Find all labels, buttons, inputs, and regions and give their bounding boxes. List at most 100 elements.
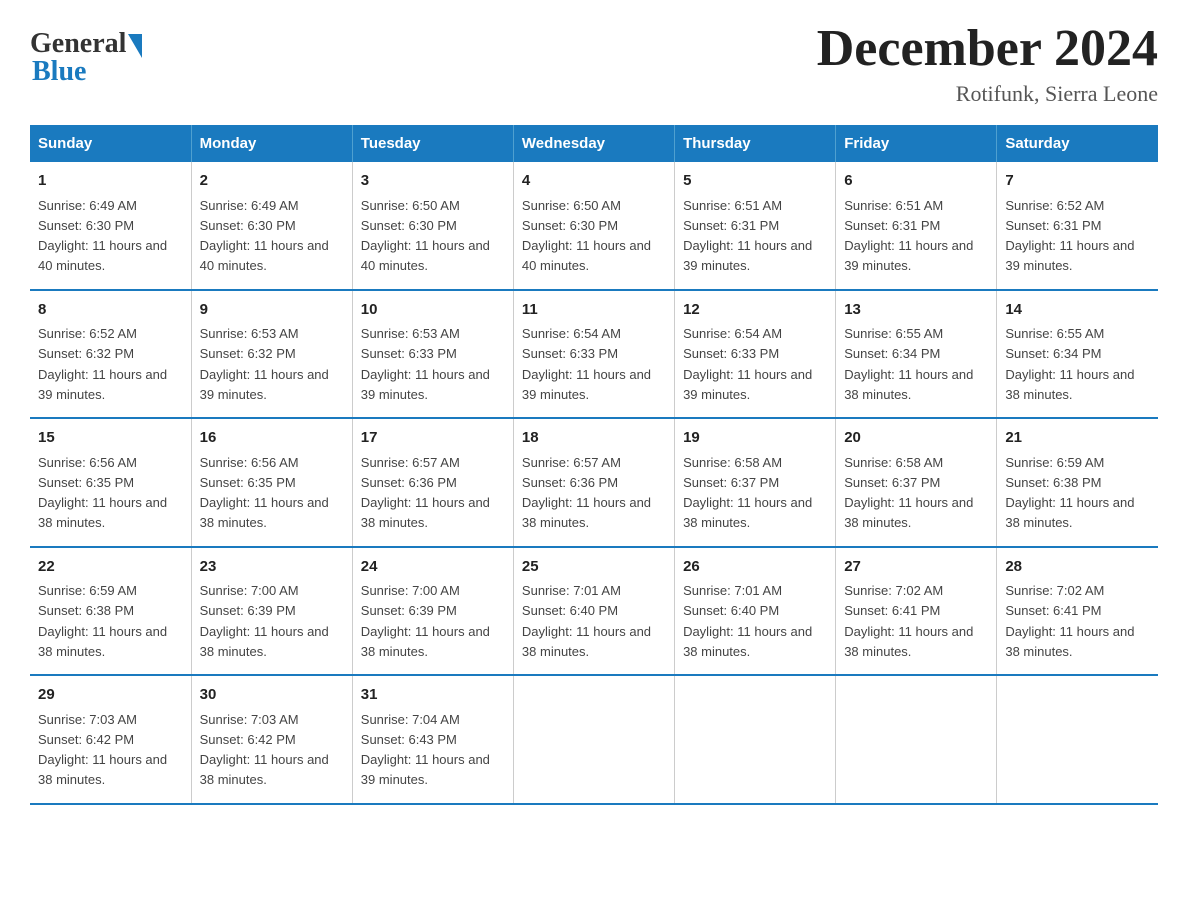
day-info: Sunrise: 6:51 AMSunset: 6:31 PMDaylight:… — [844, 198, 973, 274]
calendar-cell: 1 Sunrise: 6:49 AMSunset: 6:30 PMDayligh… — [30, 162, 191, 290]
day-info: Sunrise: 6:53 AMSunset: 6:32 PMDaylight:… — [200, 326, 329, 402]
day-info: Sunrise: 7:01 AMSunset: 6:40 PMDaylight:… — [522, 583, 651, 659]
day-info: Sunrise: 6:52 AMSunset: 6:32 PMDaylight:… — [38, 326, 167, 402]
day-info: Sunrise: 6:59 AMSunset: 6:38 PMDaylight:… — [38, 583, 167, 659]
day-info: Sunrise: 7:02 AMSunset: 6:41 PMDaylight:… — [1005, 583, 1134, 659]
day-number: 24 — [361, 556, 505, 579]
weekday-header-row: SundayMondayTuesdayWednesdayThursdayFrid… — [30, 125, 1158, 162]
weekday-header-thursday: Thursday — [675, 125, 836, 162]
weekday-header-tuesday: Tuesday — [352, 125, 513, 162]
day-info: Sunrise: 6:58 AMSunset: 6:37 PMDaylight:… — [683, 455, 812, 531]
calendar-cell: 23 Sunrise: 7:00 AMSunset: 6:39 PMDaylig… — [191, 547, 352, 676]
calendar-cell: 30 Sunrise: 7:03 AMSunset: 6:42 PMDaylig… — [191, 675, 352, 804]
calendar-week-row-2: 8 Sunrise: 6:52 AMSunset: 6:32 PMDayligh… — [30, 290, 1158, 419]
day-number: 15 — [38, 427, 183, 450]
calendar-cell: 8 Sunrise: 6:52 AMSunset: 6:32 PMDayligh… — [30, 290, 191, 419]
day-number: 8 — [38, 299, 183, 322]
calendar-cell: 18 Sunrise: 6:57 AMSunset: 6:36 PMDaylig… — [513, 418, 674, 547]
day-number: 11 — [522, 299, 666, 322]
day-info: Sunrise: 6:59 AMSunset: 6:38 PMDaylight:… — [1005, 455, 1134, 531]
calendar-cell: 3 Sunrise: 6:50 AMSunset: 6:30 PMDayligh… — [352, 162, 513, 290]
weekday-header-friday: Friday — [836, 125, 997, 162]
day-info: Sunrise: 6:55 AMSunset: 6:34 PMDaylight:… — [1005, 326, 1134, 402]
day-info: Sunrise: 7:01 AMSunset: 6:40 PMDaylight:… — [683, 583, 812, 659]
calendar-cell: 2 Sunrise: 6:49 AMSunset: 6:30 PMDayligh… — [191, 162, 352, 290]
day-number: 22 — [38, 556, 183, 579]
calendar-cell: 13 Sunrise: 6:55 AMSunset: 6:34 PMDaylig… — [836, 290, 997, 419]
calendar-cell: 17 Sunrise: 6:57 AMSunset: 6:36 PMDaylig… — [352, 418, 513, 547]
calendar-cell: 19 Sunrise: 6:58 AMSunset: 6:37 PMDaylig… — [675, 418, 836, 547]
location: Rotifunk, Sierra Leone — [817, 81, 1158, 107]
calendar-week-row-1: 1 Sunrise: 6:49 AMSunset: 6:30 PMDayligh… — [30, 162, 1158, 290]
calendar-cell: 6 Sunrise: 6:51 AMSunset: 6:31 PMDayligh… — [836, 162, 997, 290]
calendar-cell: 15 Sunrise: 6:56 AMSunset: 6:35 PMDaylig… — [30, 418, 191, 547]
day-info: Sunrise: 6:50 AMSunset: 6:30 PMDaylight:… — [361, 198, 490, 274]
day-info: Sunrise: 6:54 AMSunset: 6:33 PMDaylight:… — [683, 326, 812, 402]
title-section: December 2024 Rotifunk, Sierra Leone — [817, 20, 1158, 107]
calendar-week-row-5: 29 Sunrise: 7:03 AMSunset: 6:42 PMDaylig… — [30, 675, 1158, 804]
calendar-cell: 21 Sunrise: 6:59 AMSunset: 6:38 PMDaylig… — [997, 418, 1158, 547]
day-info: Sunrise: 6:58 AMSunset: 6:37 PMDaylight:… — [844, 455, 973, 531]
weekday-header-saturday: Saturday — [997, 125, 1158, 162]
calendar-cell — [675, 675, 836, 804]
day-number: 12 — [683, 299, 827, 322]
calendar-cell: 22 Sunrise: 6:59 AMSunset: 6:38 PMDaylig… — [30, 547, 191, 676]
day-info: Sunrise: 6:57 AMSunset: 6:36 PMDaylight:… — [361, 455, 490, 531]
calendar-cell: 28 Sunrise: 7:02 AMSunset: 6:41 PMDaylig… — [997, 547, 1158, 676]
day-number: 6 — [844, 170, 988, 193]
calendar-cell: 11 Sunrise: 6:54 AMSunset: 6:33 PMDaylig… — [513, 290, 674, 419]
day-number: 25 — [522, 556, 666, 579]
day-number: 28 — [1005, 556, 1150, 579]
calendar-cell: 5 Sunrise: 6:51 AMSunset: 6:31 PMDayligh… — [675, 162, 836, 290]
calendar-cell — [513, 675, 674, 804]
day-number: 26 — [683, 556, 827, 579]
day-number: 9 — [200, 299, 344, 322]
calendar-cell: 25 Sunrise: 7:01 AMSunset: 6:40 PMDaylig… — [513, 547, 674, 676]
day-info: Sunrise: 7:00 AMSunset: 6:39 PMDaylight:… — [200, 583, 329, 659]
calendar-cell: 10 Sunrise: 6:53 AMSunset: 6:33 PMDaylig… — [352, 290, 513, 419]
day-info: Sunrise: 6:56 AMSunset: 6:35 PMDaylight:… — [38, 455, 167, 531]
day-info: Sunrise: 6:57 AMSunset: 6:36 PMDaylight:… — [522, 455, 651, 531]
day-number: 30 — [200, 684, 344, 707]
day-info: Sunrise: 6:53 AMSunset: 6:33 PMDaylight:… — [361, 326, 490, 402]
day-number: 18 — [522, 427, 666, 450]
day-number: 29 — [38, 684, 183, 707]
day-number: 27 — [844, 556, 988, 579]
calendar-cell: 27 Sunrise: 7:02 AMSunset: 6:41 PMDaylig… — [836, 547, 997, 676]
day-number: 5 — [683, 170, 827, 193]
day-number: 7 — [1005, 170, 1150, 193]
calendar-cell: 16 Sunrise: 6:56 AMSunset: 6:35 PMDaylig… — [191, 418, 352, 547]
day-number: 16 — [200, 427, 344, 450]
day-number: 4 — [522, 170, 666, 193]
day-number: 13 — [844, 299, 988, 322]
day-number: 1 — [38, 170, 183, 193]
calendar-cell — [836, 675, 997, 804]
day-number: 3 — [361, 170, 505, 193]
day-info: Sunrise: 6:56 AMSunset: 6:35 PMDaylight:… — [200, 455, 329, 531]
calendar-cell: 4 Sunrise: 6:50 AMSunset: 6:30 PMDayligh… — [513, 162, 674, 290]
calendar-cell: 12 Sunrise: 6:54 AMSunset: 6:33 PMDaylig… — [675, 290, 836, 419]
page-header: General Blue December 2024 Rotifunk, Sie… — [30, 20, 1158, 107]
calendar-week-row-4: 22 Sunrise: 6:59 AMSunset: 6:38 PMDaylig… — [30, 547, 1158, 676]
day-info: Sunrise: 6:55 AMSunset: 6:34 PMDaylight:… — [844, 326, 973, 402]
logo: General Blue — [30, 28, 142, 88]
calendar-cell — [997, 675, 1158, 804]
weekday-header-sunday: Sunday — [30, 125, 191, 162]
day-info: Sunrise: 6:51 AMSunset: 6:31 PMDaylight:… — [683, 198, 812, 274]
day-number: 2 — [200, 170, 344, 193]
day-number: 19 — [683, 427, 827, 450]
day-info: Sunrise: 6:49 AMSunset: 6:30 PMDaylight:… — [200, 198, 329, 274]
day-info: Sunrise: 6:54 AMSunset: 6:33 PMDaylight:… — [522, 326, 651, 402]
weekday-header-wednesday: Wednesday — [513, 125, 674, 162]
day-info: Sunrise: 7:04 AMSunset: 6:43 PMDaylight:… — [361, 712, 490, 788]
day-info: Sunrise: 7:00 AMSunset: 6:39 PMDaylight:… — [361, 583, 490, 659]
weekday-header-monday: Monday — [191, 125, 352, 162]
logo-blue: Blue — [30, 56, 86, 88]
calendar-cell: 7 Sunrise: 6:52 AMSunset: 6:31 PMDayligh… — [997, 162, 1158, 290]
calendar-table: SundayMondayTuesdayWednesdayThursdayFrid… — [30, 125, 1158, 805]
day-number: 31 — [361, 684, 505, 707]
month-title: December 2024 — [817, 20, 1158, 77]
calendar-cell: 26 Sunrise: 7:01 AMSunset: 6:40 PMDaylig… — [675, 547, 836, 676]
calendar-cell: 20 Sunrise: 6:58 AMSunset: 6:37 PMDaylig… — [836, 418, 997, 547]
day-number: 23 — [200, 556, 344, 579]
